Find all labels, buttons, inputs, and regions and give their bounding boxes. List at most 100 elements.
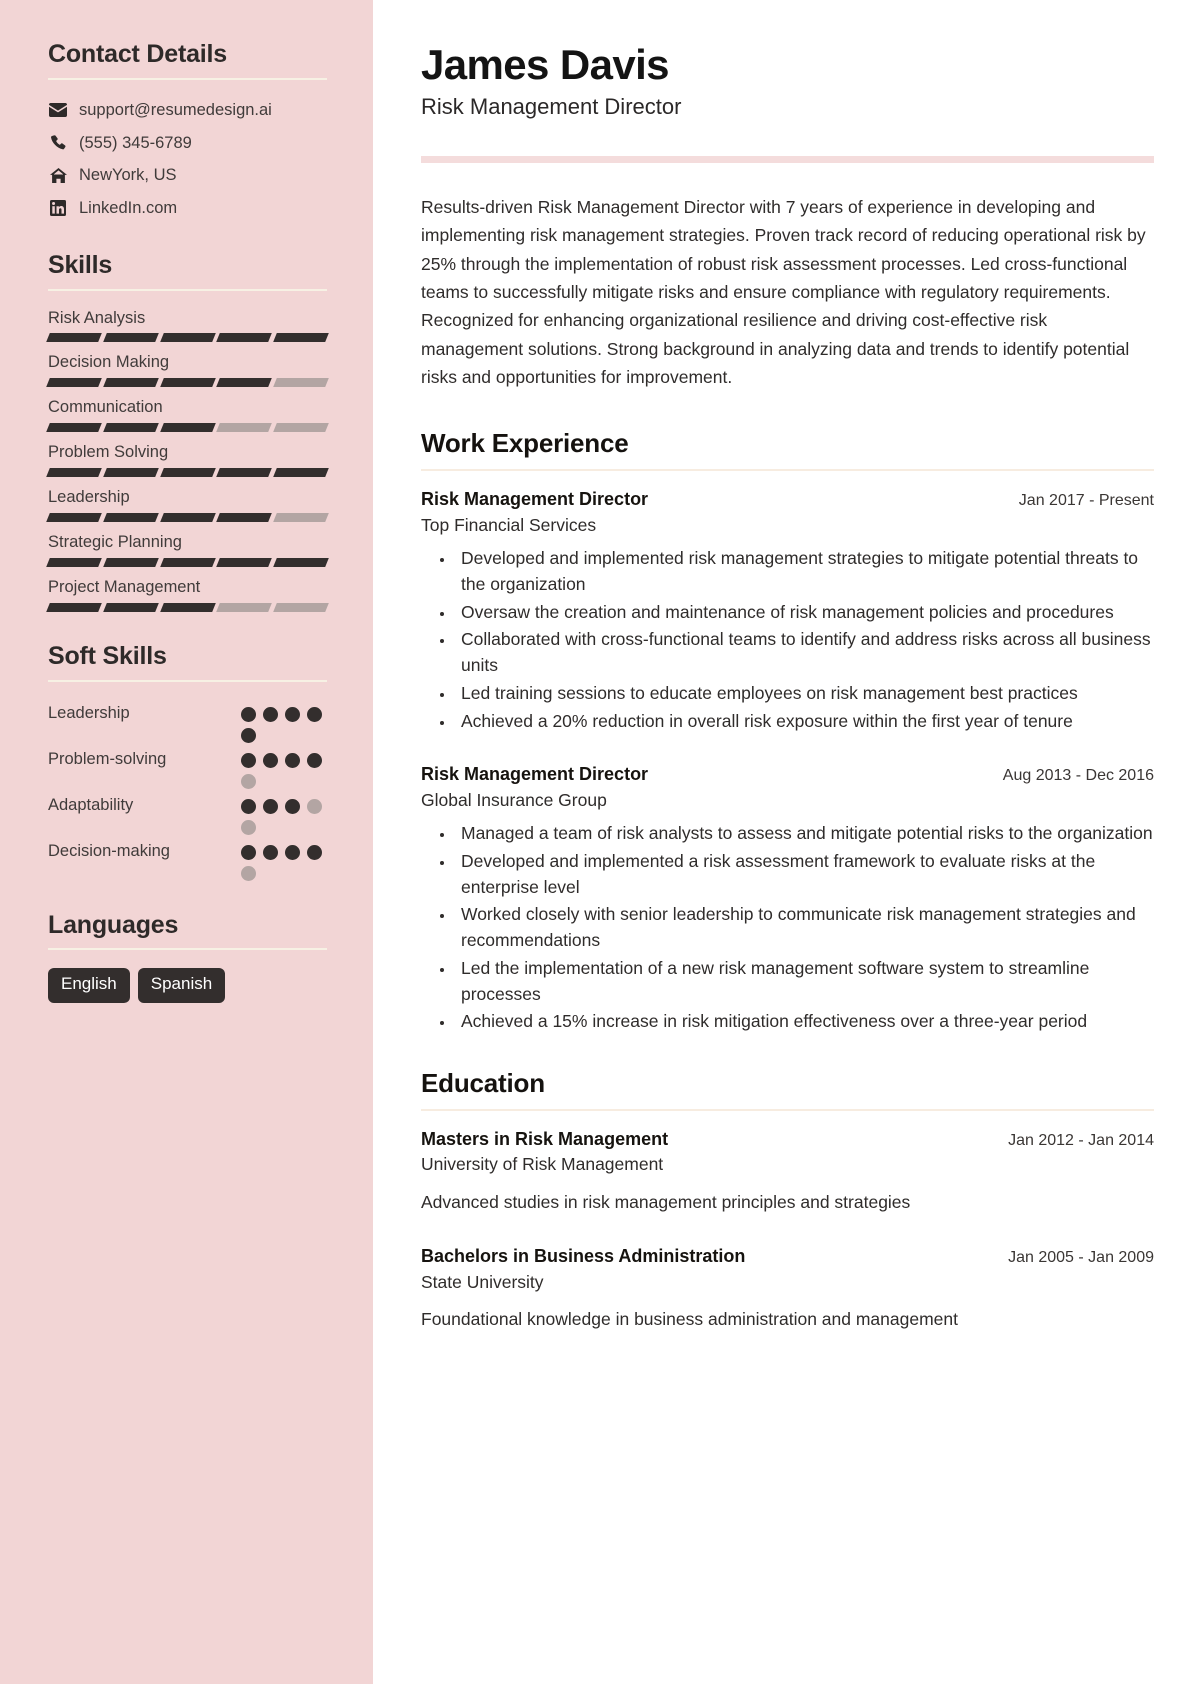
- education-section: Education Masters in Risk Management Jan …: [421, 1067, 1154, 1333]
- skill-level-bar: [46, 378, 329, 388]
- employer-name: Global Insurance Group: [421, 789, 607, 810]
- skill-bar-segment: [159, 333, 216, 343]
- section-divider: [48, 679, 327, 682]
- rating-dot: [307, 798, 322, 814]
- rating-dot: [241, 798, 256, 814]
- skill-bar-segment: [159, 468, 216, 478]
- contact-text: LinkedIn.com: [79, 199, 178, 217]
- responsibility-item: Led training sessions to educate employe…: [455, 681, 1154, 707]
- job-title: Risk Management Director: [421, 489, 649, 510]
- skill-bar-segment: [216, 378, 273, 388]
- entry-spacer: [421, 1230, 1154, 1244]
- degree-title: Bachelors in Business Administration: [421, 1245, 746, 1266]
- employer-name: Top Financial Services: [421, 514, 597, 535]
- entry-header: Masters in Risk Management Jan 2012 - Jan…: [421, 1127, 1154, 1152]
- skill-item: Leadership: [46, 486, 329, 523]
- contact-list: support@resumedesign.ai (555) 345-6789 New…: [48, 96, 327, 221]
- soft-skill-rating: [241, 700, 327, 743]
- contact-row[interactable]: NewYork, US: [48, 163, 327, 188]
- skill-bar-segment: [46, 333, 102, 343]
- rating-dot: [307, 706, 322, 722]
- rating-dot: [241, 865, 256, 881]
- skill-bar-segment: [216, 333, 273, 343]
- degree-date-range: Jan 2005 - Jan 2009: [1008, 1248, 1154, 1266]
- professional-summary: Results-driven Risk Management Director …: [421, 196, 1146, 388]
- skill-label: Leadership: [48, 488, 130, 507]
- languages-heading: Languages: [48, 910, 179, 939]
- job-title: Risk Management Director: [421, 764, 649, 785]
- skill-level-bar: [46, 602, 329, 612]
- main-content: James Davis Risk Management Director Res…: [373, 0, 1200, 1684]
- skill-bar-segment: [216, 558, 273, 568]
- skill-item: Risk Analysis: [46, 307, 329, 343]
- entry-header: Risk Management Director Jan 2017 - Prese…: [421, 487, 1154, 512]
- skill-bar-segment: [102, 423, 159, 433]
- education-entry: Masters in Risk Management Jan 2012 - Jan…: [421, 1127, 1154, 1216]
- skill-label: Communication: [48, 398, 163, 417]
- skill-label: Risk Analysis: [48, 308, 146, 327]
- job-date-range: Aug 2013 - Dec 2016: [1002, 767, 1154, 785]
- work-experience-heading: Work Experience: [421, 428, 629, 459]
- skill-label: Project Management: [48, 578, 201, 597]
- phone-icon: [48, 135, 68, 151]
- contact-details-heading: Contact Details: [48, 40, 227, 68]
- contact-row[interactable]: LinkedIn.com: [48, 196, 327, 221]
- skill-bar-segment: [102, 333, 159, 343]
- skill-bar-segment: [273, 333, 329, 343]
- skill-level-bar: [46, 468, 329, 478]
- skill-level-bar: [46, 513, 329, 523]
- entry-spacer: [421, 748, 1154, 762]
- contact-row[interactable]: (555) 345-6789: [48, 131, 327, 156]
- skill-bar-segment: [102, 378, 159, 388]
- skill-bar-segment: [159, 378, 216, 388]
- skill-bar-segment: [159, 423, 216, 433]
- contact-text: support@resumedesign.ai: [79, 100, 272, 119]
- home-icon: [48, 168, 68, 184]
- skill-level-bar: [46, 558, 329, 568]
- responsibility-item: Developed and implemented a risk assessm…: [455, 849, 1154, 900]
- resume-page: Contact Details support@resumedesign.ai (…: [0, 0, 1200, 1684]
- section-divider: [421, 1108, 1154, 1111]
- responsibility-item: Developed and implemented risk managemen…: [455, 546, 1154, 597]
- responsibility-item: Worked closely with senior leadership to…: [455, 902, 1154, 953]
- skill-bar-segment: [46, 602, 102, 612]
- skill-label: Problem Solving: [48, 443, 169, 462]
- language-tag-list: English Spanish: [48, 966, 327, 1003]
- work-entry: Risk Management Director Aug 2013 - Dec 2…: [421, 762, 1154, 1035]
- rating-dot: [241, 773, 256, 789]
- soft-skill-item: Decision-making: [48, 838, 327, 881]
- rating-dot: [263, 706, 278, 722]
- envelope-icon: [48, 103, 68, 118]
- degree-description: Advanced studies in risk management prin…: [421, 1191, 911, 1212]
- soft-skills-list: Leadership Problem-solving Adaptability Dec…: [48, 698, 327, 881]
- degree-title: Masters in Risk Management: [421, 1128, 669, 1149]
- candidate-name: James Davis: [421, 41, 670, 88]
- skill-bar-segment: [216, 468, 273, 478]
- skill-item: Decision Making: [46, 351, 329, 388]
- skill-item: Strategic Planning: [46, 531, 329, 568]
- skill-label: Strategic Planning: [48, 533, 182, 552]
- skill-bar-segment: [216, 513, 273, 523]
- contact-text: (555) 345-6789: [79, 133, 192, 152]
- skills-list: Risk Analysis Decision Making Communicatio…: [46, 307, 329, 612]
- education-heading: Education: [421, 1067, 545, 1098]
- degree-description: Foundational knowledge in business admin…: [421, 1308, 959, 1329]
- rating-dot: [285, 844, 300, 860]
- responsibility-item: Oversaw the creation and maintenance of …: [455, 600, 1154, 626]
- skill-bar-segment: [273, 558, 329, 568]
- responsibility-list: Developed and implemented risk managemen…: [421, 546, 1154, 734]
- accent-divider: [421, 155, 1154, 163]
- responsibility-list: Managed a team of risk analysts to asses…: [421, 821, 1154, 1035]
- skill-bar-segment: [216, 423, 273, 433]
- soft-skill-rating: [241, 746, 327, 789]
- skill-bar-segment: [46, 558, 102, 568]
- language-tag[interactable]: Spanish: [137, 968, 226, 1003]
- skill-bar-segment: [273, 378, 329, 388]
- contact-row[interactable]: support@resumedesign.ai: [48, 98, 327, 123]
- skill-bar-segment: [273, 513, 329, 523]
- soft-skill-rating: [241, 838, 327, 881]
- institution-name: State University: [421, 1271, 544, 1292]
- rating-dot: [241, 727, 256, 743]
- language-tag[interactable]: English: [48, 968, 130, 1003]
- skill-bar-segment: [159, 513, 216, 523]
